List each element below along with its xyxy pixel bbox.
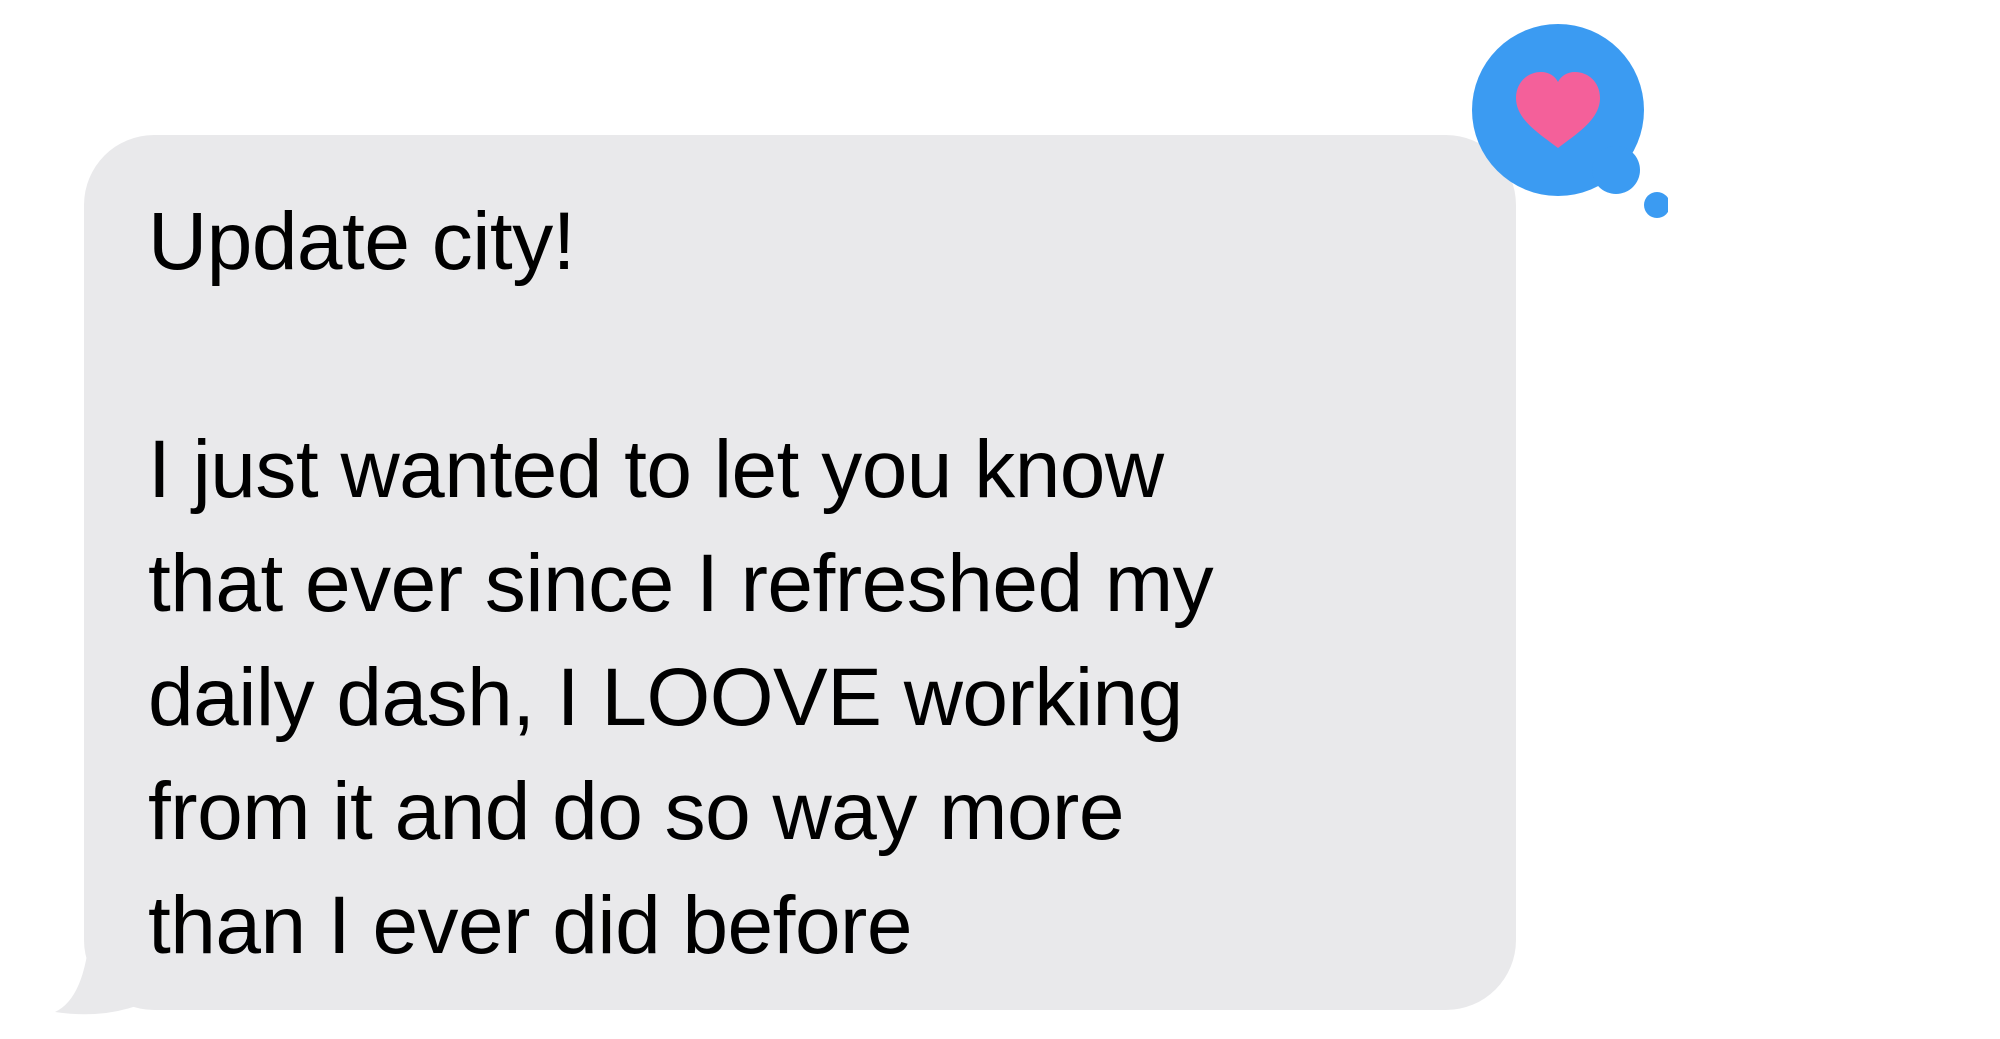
- message-line: Update city!: [148, 196, 575, 287]
- message-bubble[interactable]: Update city! I just wanted to let you kn…: [84, 135, 1516, 1010]
- heart-reaction-badge[interactable]: [1448, 20, 1668, 230]
- message-line: from it and do so way more: [148, 766, 1124, 857]
- message-line: that ever since I refreshed my: [148, 538, 1214, 629]
- message-line: I just wanted to let you know: [148, 424, 1164, 515]
- message-line: than I ever did before: [148, 880, 912, 971]
- message-text: Update city! I just wanted to let you kn…: [148, 185, 1476, 983]
- message-line: daily dash, I LOOVE working: [148, 652, 1183, 743]
